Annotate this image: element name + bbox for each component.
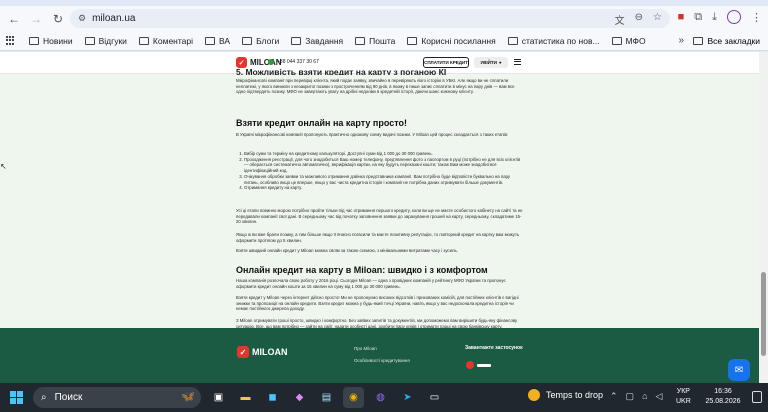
taskbar: ⌕ Поиск 🦋 ▣ ▬ ◼ ◆ ▤ ◉ ◍ ➤ ▭ Temps to dro…: [0, 383, 768, 412]
bookmark-folder[interactable]: Пошта: [355, 36, 395, 46]
app-store-badge-icon[interactable]: [466, 361, 494, 369]
system-tray: ⌃ ▢ ⌂ ◁: [610, 391, 662, 402]
section-paragraph: Взяти швидкий онлайн кредит у Miloan мож…: [236, 248, 458, 253]
user-icon: ●: [498, 60, 502, 65]
task-view-icon[interactable]: ▣: [208, 387, 229, 408]
language-indicator[interactable]: УКР UKR: [676, 387, 691, 407]
phone-link[interactable]: +38 044 337 30 67: [268, 59, 319, 65]
site-footer: ✓ MILOAN Про Miloan Особливості кредитув…: [0, 328, 759, 383]
taskbar-clock[interactable]: 16:36 25.08.2026: [700, 387, 746, 407]
section-paragraph: Усі ці етапи повинно морою потрібно прой…: [236, 208, 523, 225]
folder-icon: [29, 36, 39, 45]
section-title: Взяти кредит онлайн на карту просто!: [236, 118, 408, 128]
footer-apps-title: Завантажте застосунок: [465, 345, 523, 351]
chrome-icon[interactable]: ◉: [343, 387, 364, 408]
copilot-icon[interactable]: ◆: [289, 387, 310, 408]
logo-mark-icon: ✓: [237, 346, 249, 358]
browser-toolbar: ← → ↻ ⚙ miloan.ua 文 ⊖ ☆ ■ ⧉ ⤓ ⋮: [0, 6, 768, 31]
browser-menu-icon[interactable]: ⋮: [751, 11, 762, 24]
folder-icon: [138, 36, 149, 45]
bookmark-folder[interactable]: Блоги: [242, 36, 279, 46]
list-item: Отримання кредиту на карту.: [244, 185, 524, 191]
steps-list: Вибір суми та терміну на кредитному каль…: [236, 151, 524, 191]
folder-icon: [355, 36, 366, 45]
folder-icon: [507, 36, 518, 45]
folder-icon: [611, 36, 622, 45]
profile-avatar[interactable]: [727, 10, 741, 24]
folder-icon: [291, 36, 302, 45]
extensions-puzzle-icon[interactable]: ⧉: [694, 11, 702, 24]
footer-link[interactable]: Про Miloan: [354, 346, 377, 351]
section-paragraph: Мікрофінансові компанії при перевірці кл…: [236, 78, 515, 95]
taskbar-search[interactable]: ⌕ Поиск 🦋: [33, 387, 201, 408]
bookmark-folder[interactable]: Новини: [29, 36, 73, 46]
chat-widget-icon[interactable]: ✉: [728, 359, 750, 381]
list-item: Очікування обробки заявки та можливого о…: [244, 174, 524, 185]
mouse-cursor-icon: ↖: [0, 162, 7, 171]
weather-widget[interactable]: Temps to drop: [528, 389, 603, 401]
bookmarks-overflow-icon[interactable]: »: [678, 35, 684, 46]
bookmarks-bar: Новини Відгуки Коментарі ВА Блоги Завдан…: [0, 31, 768, 51]
apps-grid-icon[interactable]: [6, 36, 15, 45]
section-paragraph: Наша компанія розпочала свою роботу у 20…: [236, 278, 506, 289]
notepad-icon[interactable]: ▤: [316, 387, 337, 408]
bookmark-folder[interactable]: Відгуки: [84, 36, 127, 46]
address-bar[interactable]: ⚙ miloan.ua 文 ⊖ ☆: [70, 9, 670, 28]
footer-link[interactable]: Особливості кредитування: [354, 358, 410, 363]
phone-icon: [268, 59, 274, 65]
terminal-icon[interactable]: ▭: [424, 387, 445, 408]
back-icon[interactable]: ←: [3, 8, 25, 30]
pay-credit-button[interactable]: СПЛАТИТИ КРЕДИТ: [423, 57, 469, 68]
folder-icon: [242, 36, 253, 45]
footer-logo[interactable]: ✓ MILOAN: [237, 346, 288, 358]
search-highlight-icon: 🦋: [181, 391, 195, 403]
scrollbar-thumb[interactable]: [761, 272, 766, 356]
page-viewport: ↖ ✓ MILOAN +38 044 337 30 67 СПЛАТИТИ КР…: [0, 52, 768, 383]
page-scrollbar[interactable]: [759, 52, 768, 383]
telegram-icon[interactable]: ➤: [397, 387, 418, 408]
bookmark-folder[interactable]: Завдання: [291, 36, 343, 46]
folder-icon: [407, 36, 418, 45]
bookmark-folder[interactable]: Корисні посилання: [407, 36, 496, 46]
logo-mark-icon: ✓: [236, 57, 247, 68]
bookmark-folder[interactable]: ВА: [205, 36, 230, 46]
search-icon: ⌕: [41, 392, 47, 403]
section-paragraph: В Україні мікрофінансові компанії пропон…: [236, 132, 509, 137]
section-title: Онлайн кредит на карту в Miloan: швидко …: [236, 265, 488, 275]
url-text: miloan.ua: [92, 13, 136, 24]
bookmark-folder[interactable]: статистика по нов...: [507, 36, 600, 46]
login-button[interactable]: УВІЙТИ ●: [474, 57, 508, 68]
section-heading-cut: 5. Можливість взяти кредит на карту з по…: [236, 69, 447, 75]
bookmark-folder[interactable]: Коментарі: [138, 36, 193, 46]
section-paragraph: Взяти кредит у Miloan через інтернет дій…: [236, 295, 519, 312]
extension-icon[interactable]: ■: [678, 11, 685, 23]
folder-icon: [205, 36, 216, 45]
bookmark-folder[interactable]: МФО: [611, 36, 646, 46]
windows-start-icon[interactable]: [10, 391, 23, 404]
list-item: Проходження реєстрації, для чого знадоби…: [244, 157, 524, 174]
section-paragraph: Якщо ж ви вже брали позику, а тим більше…: [236, 232, 520, 243]
viber-icon[interactable]: ◍: [370, 387, 391, 408]
store-icon[interactable]: ◼: [262, 387, 283, 408]
volume-icon[interactable]: ◁: [656, 391, 663, 402]
reload-icon[interactable]: ↻: [47, 8, 69, 30]
notification-icon[interactable]: [752, 391, 762, 403]
forward-icon[interactable]: →: [25, 8, 47, 30]
camera-icon[interactable]: ▢: [626, 391, 635, 402]
translate-icon[interactable]: 文: [615, 12, 625, 27]
network-icon[interactable]: ⌂: [642, 391, 647, 402]
weather-icon: [528, 389, 540, 401]
hamburger-menu-icon[interactable]: [514, 59, 521, 65]
folder-icon: [84, 36, 95, 45]
download-icon[interactable]: ⤓: [712, 11, 717, 24]
bookmark-star-icon[interactable]: ☆: [653, 12, 662, 27]
all-bookmarks[interactable]: Все закладки: [693, 36, 760, 46]
tray-overflow-icon[interactable]: ⌃: [610, 391, 618, 402]
file-explorer-icon[interactable]: ▬: [235, 387, 256, 408]
zoom-icon[interactable]: ⊖: [635, 12, 643, 27]
site-info-icon[interactable]: ⚙: [78, 13, 86, 24]
folder-icon: [693, 37, 704, 45]
